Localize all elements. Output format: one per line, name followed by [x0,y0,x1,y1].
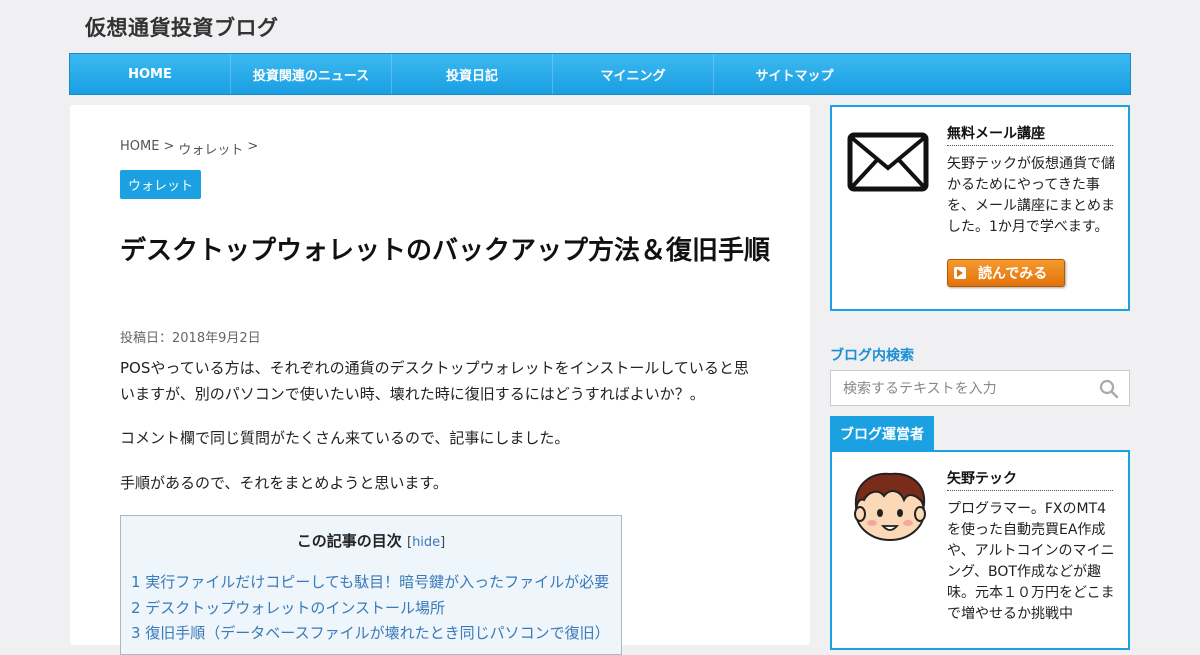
arrow-right-icon [954,267,966,279]
article-paragraph: POSやっている方は、それぞれの通貨のデスクトップウォレットをインストールしてい… [120,359,749,403]
blog-owner-tab: ブログ運営者 [830,416,934,452]
envelope-icon [847,132,929,196]
nav-item-sitemap[interactable]: サイトマップ [714,54,875,94]
nav-item-diary[interactable]: 投資日記 [392,54,553,94]
toc-item[interactable]: 2 デスクトップウォレットのインストール場所 [131,596,621,622]
read-more-label: 読んでみる [978,266,1048,282]
toc-bracket-close: ] [440,535,446,550]
breadcrumb-category[interactable]: ウォレット [178,139,243,158]
read-more-button[interactable]: 読んでみる [947,259,1065,287]
article-container: HOME > ウォレット > ウォレット デスクトップウォレットのバックアップ方… [70,105,810,655]
breadcrumb-home[interactable]: HOME [120,139,159,158]
avatar [850,470,930,546]
toc-heading: この記事の目次 [hide] [121,530,621,551]
toc-hide-link[interactable]: hide [412,535,440,550]
mail-course-title[interactable]: 無料メール講座 [947,123,1113,146]
nav-item-mining[interactable]: マイニング [553,54,714,94]
mail-course-text: 矢野テックが仮想通貨で儲かるためにやってきた事を、メール講座にまとめました。1か… [947,156,1115,235]
search-heading: ブログ内検索 [830,348,914,364]
mail-course-widget: 無料メール講座 矢野テックが仮想通貨で儲かるためにやってきた事を、メール講座にま… [830,105,1130,311]
main-navigation: HOME 投資関連のニュース 投資日記 マイニング サイトマップ [69,53,1131,95]
table-of-contents: この記事の目次 [hide] 1 実行ファイルだけコピーしても駄目！暗号鍵が入っ… [120,515,622,655]
category-tag[interactable]: ウォレット [120,170,202,199]
nav-item-news[interactable]: 投資関連のニュース [231,54,392,94]
toc-title: この記事の目次 [296,532,402,550]
owner-bio: プログラマー。FXのMT4を使った自動売買EA作成や、アルトコインのマイニング、… [947,501,1115,622]
breadcrumb-separator: > [163,139,175,154]
toc-item[interactable]: 3 復旧手順（データベースファイルが壊れたとき同じパソコンで復旧） [131,621,621,647]
post-title: デスクトップウォレットのバックアップ方法＆復旧手順 [120,236,771,266]
article-paragraph: コメント欄で同じ質問がたくさん来ているので、記事にしました。 [120,429,570,447]
article-paragraph: 手順があるので、それをまとめようと思います。 [120,474,448,492]
search-icon[interactable] [1099,379,1119,403]
toc-hide-toggle: [hide] [407,535,445,550]
site-title[interactable]: 仮想通貨投資ブログ [85,12,279,42]
post-date: 投稿日：2018年9月2日 [120,331,261,346]
blog-owner-widget: 矢野テック プログラマー。FXのMT4を使った自動売買EA作成や、アルトコインの… [830,450,1130,650]
breadcrumb-separator: > [247,139,259,154]
toc-item[interactable]: 1 実行ファイルだけコピーしても駄目！暗号鍵が入ったファイルが必要 [131,570,621,596]
search-form [830,370,1130,407]
search-input[interactable] [841,371,1095,407]
toc-list: 1 実行ファイルだけコピーしても駄目！暗号鍵が入ったファイルが必要 2 デスクト… [131,570,621,647]
breadcrumb: HOME > ウォレット > [120,139,258,158]
owner-name[interactable]: 矢野テック [947,468,1113,491]
nav-item-home[interactable]: HOME [70,54,231,94]
